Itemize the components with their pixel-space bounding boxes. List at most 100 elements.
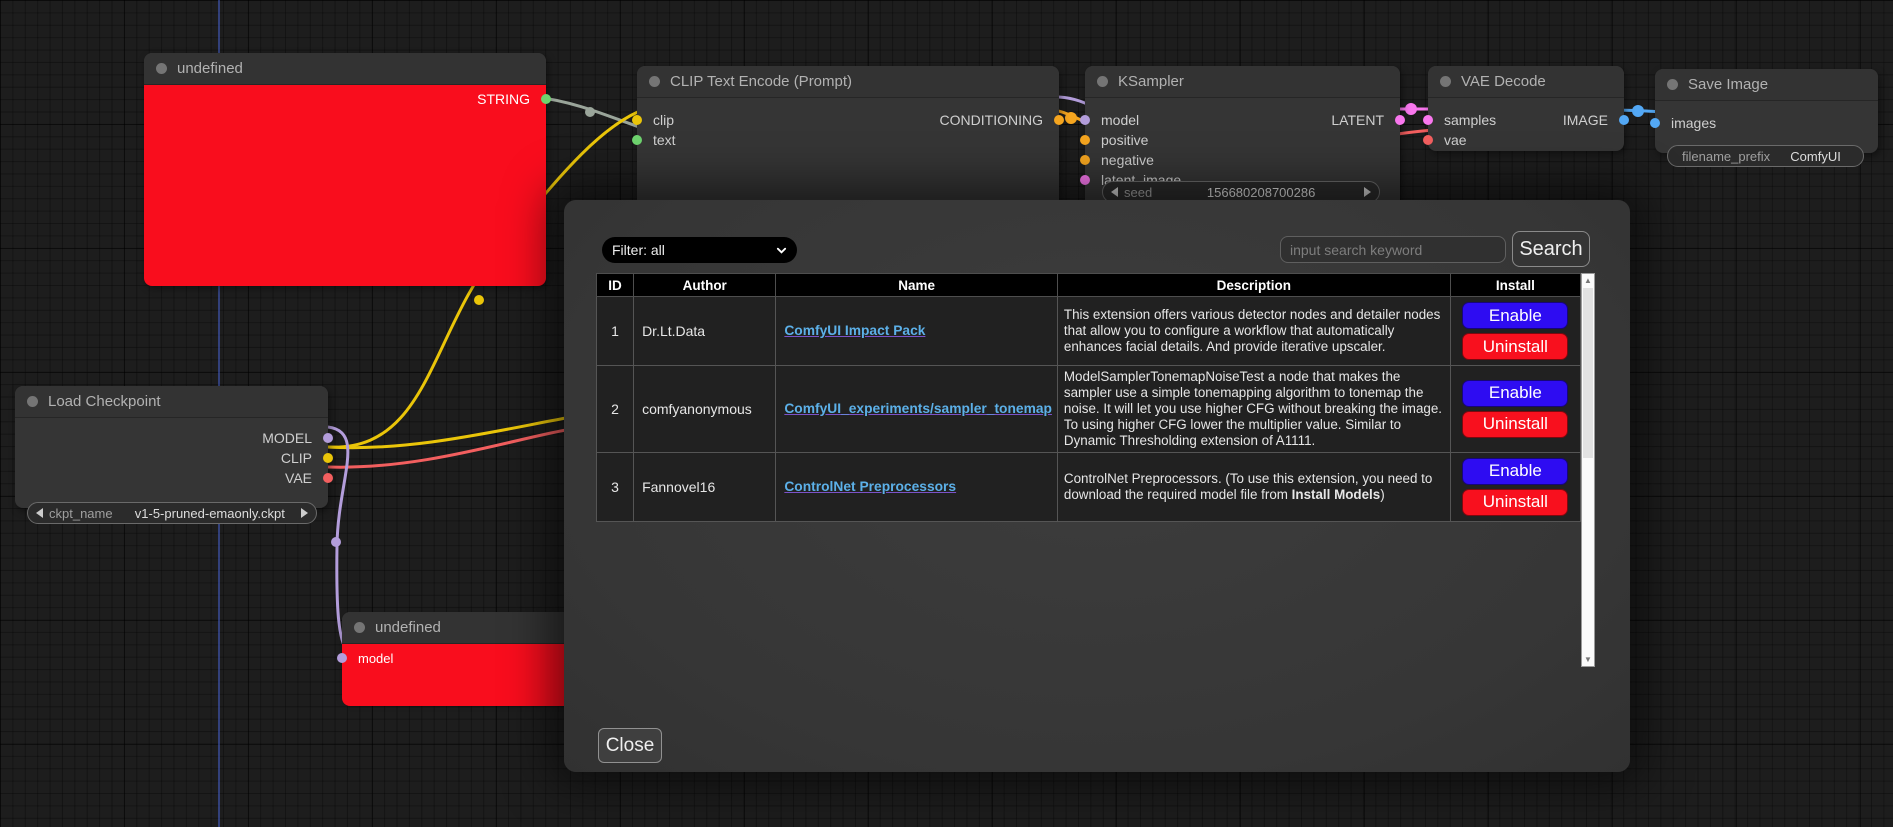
node-undefined-top[interactable]: undefined STRING [144, 53, 546, 285]
image-output-dot[interactable] [1619, 115, 1629, 125]
input-slot-images[interactable]: images [1655, 113, 1878, 133]
search-input[interactable] [1280, 236, 1506, 263]
search-button[interactable]: Search [1512, 231, 1590, 267]
node-title: undefined [177, 60, 243, 77]
table-header-row: ID Author Name Description Install [597, 274, 1581, 297]
node-header[interactable]: undefined [144, 53, 546, 85]
input-slot-negative[interactable]: negative [1085, 150, 1400, 170]
chevron-down-icon [776, 245, 787, 256]
scroll-up-icon[interactable]: ▲ [1584, 274, 1592, 287]
node-collapse-dot[interactable] [156, 63, 167, 74]
input-slot-text[interactable]: text [637, 130, 1059, 150]
output-slot-clip[interactable]: CLIP [15, 448, 328, 468]
cell-author: Fannovel16 [634, 452, 776, 521]
enable-button[interactable]: Enable [1462, 458, 1568, 485]
cell-install: Enable Uninstall [1450, 297, 1580, 366]
filename-prefix-widget[interactable]: filename_prefix ComfyUI [1667, 145, 1864, 167]
uninstall-button[interactable]: Uninstall [1462, 489, 1568, 516]
cell-description: ControlNet Preprocessors. (To use this e… [1057, 452, 1450, 521]
node-header[interactable]: VAE Decode [1428, 66, 1624, 98]
vae-output-dot[interactable] [323, 473, 333, 483]
model-input-dot[interactable] [1080, 115, 1090, 125]
node-header[interactable]: Save Image [1655, 69, 1878, 101]
node-collapse-dot[interactable] [27, 396, 38, 407]
comfyui-canvas[interactable]: { "nodes": { "undefined_top": { "title":… [0, 0, 1893, 827]
node-header[interactable]: KSampler [1085, 66, 1400, 98]
images-input-dot[interactable] [1650, 118, 1660, 128]
cell-install: Enable Uninstall [1450, 452, 1580, 521]
cell-author: comfyanonymous [634, 366, 776, 453]
node-undefined-bottom[interactable]: undefined model [342, 612, 577, 700]
latent-output-dot[interactable] [1395, 115, 1405, 125]
scrollbar-thumb[interactable] [1583, 288, 1593, 458]
output-slot-string[interactable]: STRING [144, 89, 546, 109]
col-header-name: Name [776, 274, 1058, 297]
node-body-error: STRING [144, 85, 546, 286]
output-slot-model[interactable]: MODEL [15, 428, 328, 448]
conditioning-output-dot[interactable] [1054, 115, 1064, 125]
seed-decrement-icon[interactable] [1111, 187, 1118, 197]
extension-link[interactable]: ControlNet Preprocessors [784, 479, 956, 494]
output-slot-image[interactable]: IMAGE [1563, 110, 1624, 130]
text-input-dot[interactable] [632, 135, 642, 145]
enable-button[interactable]: Enable [1462, 380, 1568, 407]
node-body: MODEL CLIP VAE ckpt_name v1-5-pruned-ema… [15, 418, 328, 519]
uninstall-button[interactable]: Uninstall [1462, 333, 1568, 360]
col-header-author: Author [634, 274, 776, 297]
ckpt-next-icon[interactable] [301, 508, 308, 518]
input-slot-model[interactable]: model [342, 649, 577, 667]
cell-install: Enable Uninstall [1450, 366, 1580, 453]
node-collapse-dot[interactable] [354, 622, 365, 633]
input-slot-vae[interactable]: vae [1428, 130, 1624, 150]
cell-id: 3 [597, 452, 634, 521]
node-collapse-dot[interactable] [649, 76, 660, 87]
node-title: Save Image [1688, 76, 1768, 93]
node-body: images filename_prefix ComfyUI [1655, 101, 1878, 166]
table-row: 3 Fannovel16 ControlNet Preprocessors Co… [597, 452, 1581, 521]
positive-input-dot[interactable] [1080, 135, 1090, 145]
cell-name: ComfyUI_experiments/sampler_tonemap [776, 366, 1058, 453]
node-collapse-dot[interactable] [1097, 76, 1108, 87]
cell-description: This extension offers various detector n… [1057, 297, 1450, 366]
seed-increment-icon[interactable] [1364, 187, 1371, 197]
close-button[interactable]: Close [598, 728, 662, 763]
table-scrollbar[interactable]: ▲ ▼ [1581, 273, 1595, 667]
samples-input-dot[interactable] [1423, 115, 1433, 125]
enable-button[interactable]: Enable [1462, 302, 1568, 329]
node-clip-text-encode[interactable]: CLIP Text Encode (Prompt) clip text COND… [637, 66, 1059, 216]
node-body-error: model [342, 644, 577, 706]
ckpt-name-widget[interactable]: ckpt_name v1-5-pruned-emaonly.ckpt [27, 502, 317, 524]
ckpt-prev-icon[interactable] [36, 508, 43, 518]
string-output-dot[interactable] [541, 94, 551, 104]
model-input-dot[interactable] [337, 653, 347, 663]
table-row: 1 Dr.Lt.Data ComfyUI Impact Pack This ex… [597, 297, 1581, 366]
filter-select[interactable]: Filter: all [602, 237, 797, 263]
node-ksampler[interactable]: KSampler model positive negative latent_… [1085, 66, 1400, 216]
output-slot-vae[interactable]: VAE [15, 468, 328, 488]
extension-link[interactable]: ComfyUI_experiments/sampler_tonemap [784, 401, 1052, 416]
cell-name: ComfyUI Impact Pack [776, 297, 1058, 366]
input-slot-positive[interactable]: positive [1085, 130, 1400, 150]
clip-output-dot[interactable] [323, 453, 333, 463]
node-title: undefined [375, 619, 441, 636]
scroll-down-icon[interactable]: ▼ [1584, 653, 1592, 666]
node-save-image[interactable]: Save Image images filename_prefix ComfyU… [1655, 69, 1878, 153]
extension-link[interactable]: ComfyUI Impact Pack [784, 323, 925, 338]
node-title: CLIP Text Encode (Prompt) [670, 73, 852, 90]
uninstall-button[interactable]: Uninstall [1462, 411, 1568, 438]
node-vae-decode[interactable]: VAE Decode samples vae IMAGE [1428, 66, 1624, 151]
output-slot-latent[interactable]: LATENT [1331, 110, 1400, 130]
model-output-dot[interactable] [323, 433, 333, 443]
node-load-checkpoint[interactable]: Load Checkpoint MODEL CLIP VAE ckpt_name… [15, 386, 328, 508]
clip-input-dot[interactable] [632, 115, 642, 125]
vae-input-dot[interactable] [1423, 135, 1433, 145]
output-slot-conditioning[interactable]: CONDITIONING [940, 110, 1059, 130]
latent-image-input-dot[interactable] [1080, 175, 1090, 185]
node-header[interactable]: undefined [342, 612, 577, 644]
node-body: samples vae IMAGE [1428, 98, 1624, 164]
node-header[interactable]: CLIP Text Encode (Prompt) [637, 66, 1059, 98]
node-collapse-dot[interactable] [1667, 79, 1678, 90]
node-header[interactable]: Load Checkpoint [15, 386, 328, 418]
negative-input-dot[interactable] [1080, 155, 1090, 165]
node-collapse-dot[interactable] [1440, 76, 1451, 87]
